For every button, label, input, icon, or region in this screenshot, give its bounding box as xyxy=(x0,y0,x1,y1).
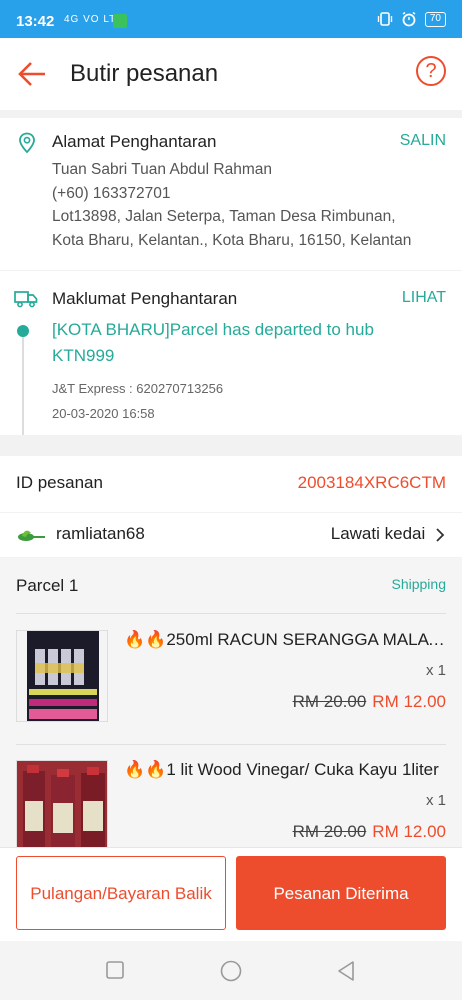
home-icon[interactable] xyxy=(219,960,243,982)
product-price: RM 20.00 RM 12.00 xyxy=(293,822,446,842)
copy-address-button[interactable]: SALIN xyxy=(400,132,446,150)
system-navigation-bar xyxy=(0,941,462,1000)
back-nav-icon[interactable] xyxy=(336,960,356,982)
visit-shop-button[interactable]: Lawati kedai xyxy=(331,524,446,544)
order-id-label: ID pesanan xyxy=(16,473,103,492)
parcel-section: Parcel 1 Shipping 🔥🔥250ml RACUN SERANGGA… xyxy=(0,558,462,854)
product-quantity: x 1 xyxy=(425,662,446,679)
discounted-price: RM 12.00 xyxy=(372,822,446,841)
address-line-2: Kota Bharu, Kelantan., Kota Bharu, 16150… xyxy=(52,231,412,249)
product-price: RM 20.00 RM 12.00 xyxy=(293,692,446,712)
bottom-action-bar: Pulangan/Bayaran Balik Pesanan Diterima xyxy=(0,847,462,941)
shipping-title: Maklumat Penghantaran xyxy=(52,289,238,308)
discounted-price: RM 12.00 xyxy=(372,692,446,711)
order-received-button[interactable]: Pesanan Diterima xyxy=(236,856,446,930)
return-refund-button[interactable]: Pulangan/Bayaran Balik xyxy=(16,856,226,930)
recipient-phone: (+60) 163372701 xyxy=(52,184,171,202)
wood-vinegar-product-image xyxy=(17,761,107,851)
seller-name: ramliatan68 xyxy=(56,524,145,543)
original-price: RM 20.00 xyxy=(292,822,367,841)
insecticide-product-image xyxy=(17,631,107,721)
visit-shop-label: Lawati kedai xyxy=(330,524,426,543)
product-quantity: x 1 xyxy=(425,792,446,809)
product-name: 🔥🔥250ml RACUN SERANGGA MALAYSIA xyxy=(124,630,446,649)
chevron-right-icon xyxy=(436,527,445,542)
recipient-name: Tuan Sabri Tuan Abdul Rahman xyxy=(52,161,273,178)
alarm-icon xyxy=(402,11,416,27)
product-thumbnail xyxy=(16,760,108,852)
address-title: Alamat Penghantaran xyxy=(52,132,217,151)
status-time: 13:42 xyxy=(16,13,55,30)
tracking-status: [KOTA BHARU]Parcel has departed to hub K… xyxy=(52,317,432,369)
seller-row[interactable]: ramliatan68 Lawati kedai xyxy=(0,513,462,557)
parcel-title: Parcel 1 xyxy=(16,576,79,595)
vibrate-icon xyxy=(377,12,393,26)
app-notification-icon xyxy=(113,14,127,28)
address-lines: Tuan Sabri Tuan Abdul Rahman (+60) 16337… xyxy=(52,158,411,252)
shop-logo-icon xyxy=(18,530,45,541)
view-tracking-button[interactable]: LIHAT xyxy=(402,289,446,307)
divider xyxy=(16,613,446,614)
product-item[interactable]: 🔥🔥250ml RACUN SERANGGA MALAYSIA x 1 RM 2… xyxy=(0,616,462,746)
status-bar: 13:42 4G VO LTE 70 xyxy=(0,0,462,38)
order-id-row: ID pesanan 2003184XRC6CTM xyxy=(0,456,462,512)
parcel-status-badge: Shipping xyxy=(391,576,447,592)
product-name: 🔥🔥1 lit Wood Vinegar/ Cuka Kayu 1liter xyxy=(124,760,439,779)
status-right: 70 xyxy=(377,11,446,27)
order-id-value[interactable]: 2003184XRC6CTM xyxy=(298,473,446,493)
tracking-status-line-1: [KOTA BHARU]Parcel has departed to hub xyxy=(52,320,374,339)
delivery-truck-icon xyxy=(14,291,38,308)
timeline-line xyxy=(22,334,24,435)
original-price: RM 20.00 xyxy=(292,692,367,711)
address-line-1: Lot13898, Jalan Seterpa, Taman Desa Rimb… xyxy=(52,208,396,225)
location-pin-icon xyxy=(19,132,35,154)
divider xyxy=(16,744,446,745)
shipping-info-section: Maklumat Penghantaran LIHAT [KOTA BHARU]… xyxy=(0,271,462,435)
help-icon[interactable]: ? xyxy=(416,56,446,86)
app-header: Butir pesanan ? xyxy=(0,38,462,110)
page-title: Butir pesanan xyxy=(70,60,219,87)
back-arrow-icon[interactable] xyxy=(14,56,50,92)
battery-icon: 70 xyxy=(424,11,446,27)
product-thumbnail xyxy=(16,630,108,722)
tracking-timestamp: 20-03-2020 16:58 xyxy=(52,406,155,421)
tracking-status-line-2: KTN999 xyxy=(52,346,115,365)
timeline-dot xyxy=(17,325,29,337)
recents-icon[interactable] xyxy=(105,960,125,980)
courier-tracking-number: J&T Express : 620270713256 xyxy=(52,381,224,396)
delivery-address-section: Alamat Penghantaran SALIN Tuan Sabri Tua… xyxy=(0,118,462,270)
